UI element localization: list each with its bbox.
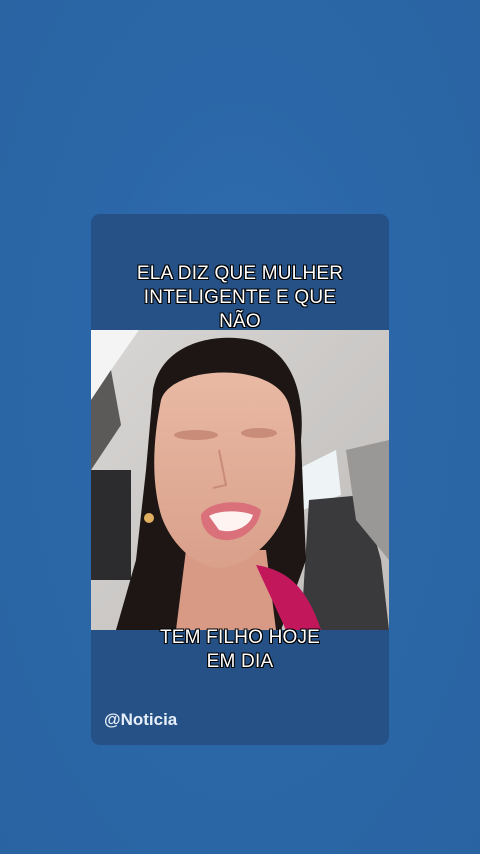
caption-bottom-line-2: EM DIA <box>206 651 274 672</box>
caption-bottom-line-1: TEM FILHO HOJE <box>159 627 321 648</box>
video-frame[interactable] <box>91 330 389 630</box>
caption-top: ELA DIZ QUE MULHER INTELIGENTE E QUE NÃO <box>91 262 389 334</box>
caption-bottom: TEM FILHO HOJE EM DIA <box>91 626 389 674</box>
caption-top-line-2: INTELIGENTE E QUE <box>143 287 337 308</box>
post-card[interactable]: ELA DIZ QUE MULHER INTELIGENTE E QUE NÃO <box>91 214 389 745</box>
caption-top-line-1: ELA DIZ QUE MULHER <box>136 263 344 284</box>
account-handle[interactable]: @Noticia <box>104 710 177 730</box>
